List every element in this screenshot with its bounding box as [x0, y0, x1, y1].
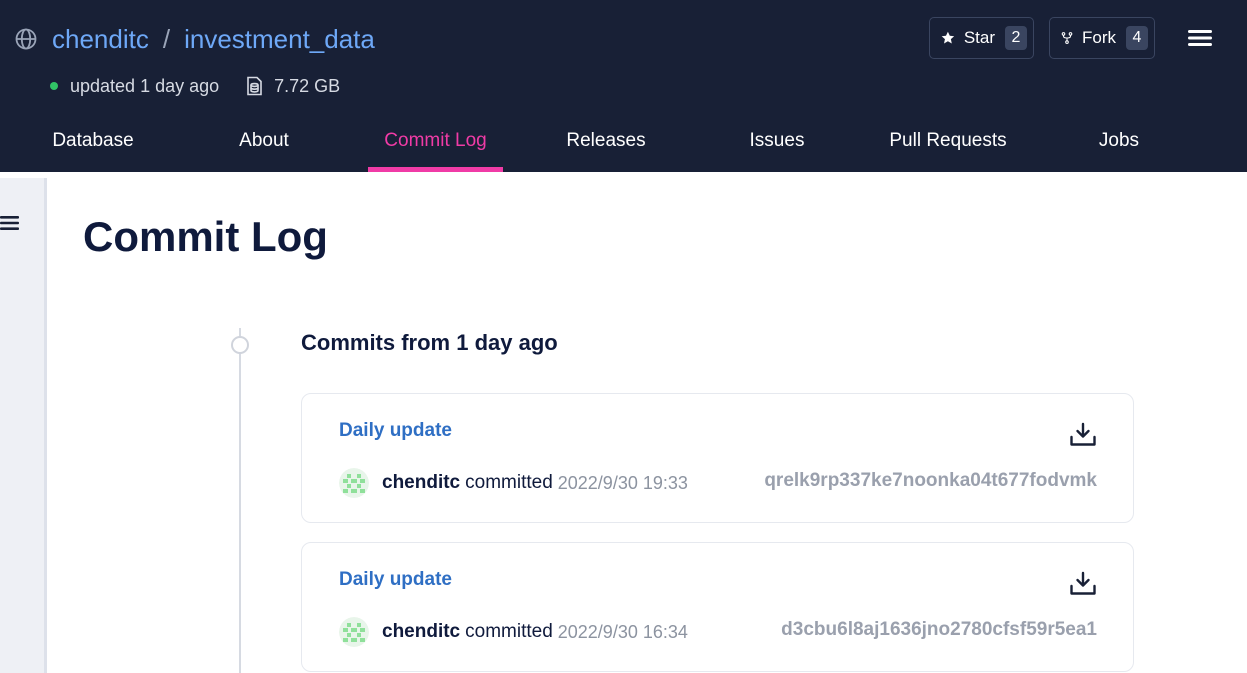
commit-message-link[interactable]: Daily update: [339, 569, 452, 591]
commit-card: Daily update chenditc committed 2022/9/3…: [301, 393, 1134, 523]
timeline-dot: [231, 336, 249, 354]
commit-action: committed: [465, 621, 553, 642]
fork-count: 4: [1126, 26, 1148, 50]
commit-hash-link[interactable]: d3cbu6l8aj1636jno2780cfsf59r5ea1: [781, 619, 1097, 641]
commit-card: Daily update chenditc committed 2022/9/3…: [301, 542, 1134, 672]
fork-label: Fork: [1082, 28, 1116, 47]
repo-meta: updated 1 day ago 7.72 GB: [50, 72, 340, 100]
status-dot: [50, 82, 58, 90]
tab-issues[interactable]: Issues: [712, 110, 842, 172]
repo-header: chenditc / investment_data updated 1 day…: [0, 0, 1247, 172]
tab-pull-requests[interactable]: Pull Requests: [872, 110, 1024, 172]
tab-label: Commit Log: [384, 130, 487, 151]
tab-label: Releases: [566, 130, 646, 151]
download-icon[interactable]: [1069, 422, 1097, 448]
tab-label: About: [239, 130, 289, 151]
commit-date: 2022/9/30 19:33: [557, 472, 688, 493]
breadcrumb-separator: /: [162, 23, 171, 54]
repo-owner-link[interactable]: chenditc: [52, 24, 149, 55]
tab-label: Database: [52, 130, 134, 151]
star-count: 2: [1005, 26, 1027, 50]
avatar: [339, 468, 369, 498]
database-size-icon: [247, 76, 262, 96]
tab-jobs[interactable]: Jobs: [1058, 110, 1180, 172]
active-tab-indicator: [368, 167, 503, 172]
globe-icon: [15, 28, 37, 50]
commit-date: 2022/9/30 16:34: [557, 621, 688, 642]
star-button[interactable]: Star 2: [929, 17, 1034, 59]
commit-meta: chenditc committed 2022/9/30 16:34: [339, 617, 688, 647]
star-icon: [941, 31, 955, 44]
repo-size: 7.72 GB: [274, 75, 341, 96]
timeline-line: [239, 328, 241, 673]
hamburger-menu-icon[interactable]: [1186, 26, 1214, 50]
left-sidebar: [0, 178, 47, 673]
avatar: [339, 617, 369, 647]
download-icon[interactable]: [1069, 571, 1097, 597]
commit-message-link[interactable]: Daily update: [339, 420, 452, 442]
commit-meta: chenditc committed 2022/9/30 19:33: [339, 468, 688, 498]
repo-name-link[interactable]: investment_data: [184, 24, 375, 55]
star-label: Star: [963, 28, 995, 47]
updated-text: updated 1 day ago: [70, 75, 220, 96]
repo-breadcrumb: chenditc / investment_data: [14, 22, 375, 56]
tab-commit-log[interactable]: Commit Log: [368, 110, 503, 172]
tab-database[interactable]: Database: [33, 110, 153, 172]
commit-hash-link[interactable]: qrelk9rp337ke7noonka04t677fodvmk: [764, 470, 1097, 492]
tab-label: Jobs: [1098, 130, 1140, 151]
commit-author-link[interactable]: chenditc: [382, 472, 460, 494]
commit-group-heading: Commits from 1 day ago: [301, 330, 558, 355]
commit-action: committed: [465, 472, 553, 493]
tab-about[interactable]: About: [204, 110, 324, 172]
tab-releases[interactable]: Releases: [540, 110, 672, 172]
sidebar-menu-icon[interactable]: [0, 215, 20, 231]
commit-author-link[interactable]: chenditc: [382, 621, 460, 643]
repo-tabs: Database About Commit Log Releases Issue…: [0, 110, 1247, 172]
page-title: Commit Log: [83, 213, 328, 260]
fork-button[interactable]: Fork 4: [1049, 17, 1155, 59]
tab-label: Issues: [749, 130, 805, 151]
tab-label: Pull Requests: [889, 130, 1007, 151]
fork-icon: [1061, 32, 1073, 44]
